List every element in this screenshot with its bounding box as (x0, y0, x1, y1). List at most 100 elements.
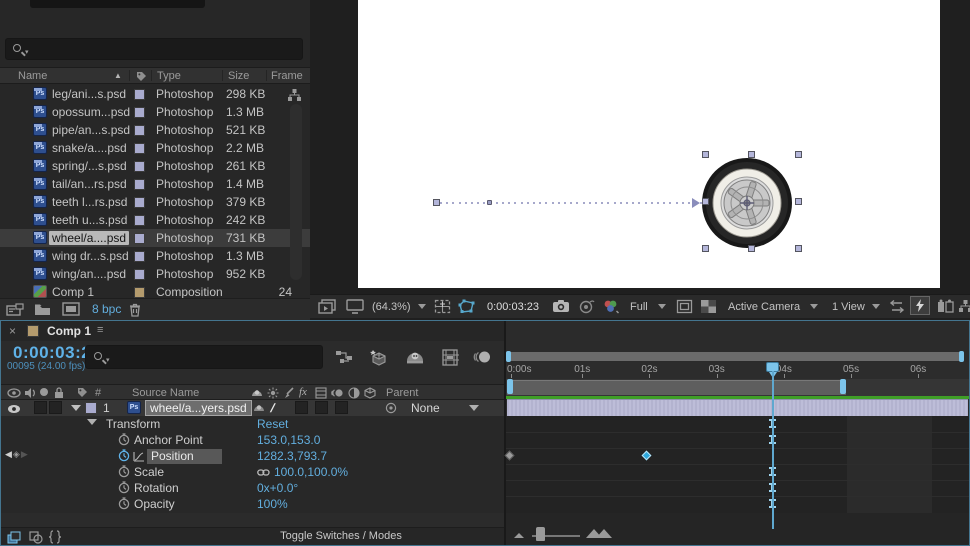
selection-handle[interactable] (748, 151, 755, 158)
playhead-line[interactable] (772, 371, 774, 529)
column-name[interactable]: Name (18, 70, 47, 82)
viewer-timecode[interactable]: 0:00:03:23 (487, 301, 539, 313)
label-color-swatch[interactable] (134, 269, 145, 280)
property-name[interactable]: Anchor Point (134, 433, 203, 447)
transparency-grid-icon[interactable] (700, 299, 717, 314)
resolution-value[interactable]: Full (630, 301, 648, 313)
label-color-swatch[interactable] (134, 215, 145, 226)
project-scrollbar[interactable] (290, 104, 302, 280)
expand-inout-icon[interactable] (49, 530, 61, 544)
timeline-tab-title[interactable]: Comp 1 (47, 324, 91, 338)
property-row-position[interactable]: Position◀◈▶1282.3,793.7 (1, 448, 505, 464)
toggle-switches-modes-button[interactable]: Toggle Switches / Modes (251, 530, 431, 542)
mini-flowchart-icon[interactable] (335, 349, 354, 365)
item-name[interactable]: wing/an....psd (52, 267, 126, 281)
project-row-footage[interactable]: Psleg/ani...s.psdPhotoshop298 KB (0, 85, 310, 103)
close-tab-icon[interactable]: × (9, 324, 16, 338)
property-row-scale[interactable]: Scale100.0,100.0% (1, 464, 505, 480)
motion-blur-icon[interactable] (473, 349, 492, 365)
label-color-swatch[interactable] (134, 251, 145, 262)
stopwatch-icon[interactable] (118, 497, 130, 510)
layer-quality-toggle[interactable]: / (269, 401, 277, 415)
project-column-header[interactable]: Name ▲ Type Size Frame (0, 67, 310, 84)
share-view-icon[interactable] (888, 299, 906, 314)
item-name[interactable]: snake/a....psd (52, 141, 127, 155)
stopwatch-icon[interactable] (118, 433, 130, 446)
show-snapshot-icon[interactable] (578, 299, 595, 314)
roi-button-icon[interactable] (676, 299, 693, 314)
new-composition-icon[interactable] (62, 302, 80, 316)
property-row-transform[interactable]: TransformReset (1, 416, 505, 432)
property-value[interactable]: 153.0,153.0 (257, 433, 320, 447)
selection-handle[interactable] (795, 151, 802, 158)
property-name[interactable]: Scale (134, 465, 164, 479)
snapshot-camera-icon[interactable] (552, 299, 570, 313)
panel-menu-icon[interactable]: ≡ (97, 324, 103, 336)
item-name[interactable]: spring/...s.psd (52, 159, 127, 173)
project-bit-depth[interactable]: 8 bpc (92, 302, 121, 316)
flowchart-icon[interactable] (287, 88, 302, 102)
property-row-rotation[interactable]: Rotation0x+0.0° (1, 480, 505, 496)
motion-blur-cell[interactable] (335, 401, 348, 414)
group-expand-arrow[interactable] (87, 419, 97, 425)
layer-shy-toggle[interactable] (253, 402, 265, 414)
parent-pickwhip-icon[interactable] (385, 402, 397, 414)
work-area-start-handle[interactable] (507, 379, 513, 394)
trash-icon[interactable] (128, 302, 142, 317)
label-color-swatch[interactable] (134, 197, 145, 208)
project-row-footage[interactable]: Psteeth l...rs.psdPhotoshop379 KB (0, 193, 310, 211)
show-channel-icon[interactable] (602, 299, 620, 314)
stopwatch-icon[interactable] (118, 481, 130, 494)
project-row-footage[interactable]: Psteeth u...s.psdPhotoshop242 KB (0, 211, 310, 229)
layer-source-name[interactable]: wheel/a...yers.psd (145, 400, 252, 416)
zoom-slider-thumb[interactable] (536, 527, 545, 541)
next-keyframe-arrow[interactable]: ▶ (21, 449, 29, 459)
property-name[interactable]: Opacity (134, 497, 175, 511)
solo-cell[interactable] (34, 401, 47, 414)
property-value[interactable]: 100% (257, 497, 288, 511)
timeline-zoom-control[interactable] (510, 527, 620, 543)
keyframe-area[interactable] (506, 416, 969, 513)
view-layout-caret-icon[interactable] (872, 304, 880, 309)
region-of-interest-icon[interactable] (458, 299, 476, 314)
timeline-button-icon[interactable] (937, 299, 954, 314)
project-row-footage[interactable]: Pswing/an....psdPhotoshop952 KB (0, 265, 310, 283)
expand-transfer-controls-icon[interactable] (29, 531, 43, 544)
new-folder-icon[interactable] (34, 303, 51, 316)
comp-label-swatch[interactable] (27, 325, 39, 337)
label-color-swatch[interactable] (134, 287, 145, 298)
main-viewer-icon[interactable] (346, 299, 364, 314)
project-row-footage[interactable]: Pstail/an...rs.psdPhotoshop1.4 MB (0, 175, 310, 193)
property-name[interactable]: Rotation (134, 481, 179, 495)
keyframe-navigator[interactable]: ◀◈▶ (5, 449, 29, 460)
column-frame[interactable]: Frame (271, 70, 303, 82)
position-keyframe[interactable] (642, 451, 652, 461)
interpret-footage-icon[interactable] (6, 303, 24, 317)
item-name[interactable]: teeth l...rs.psd (52, 195, 127, 209)
project-row-footage[interactable]: Pssnake/a....psdPhotoshop2.2 MB (0, 139, 310, 157)
label-color-swatch[interactable] (134, 143, 145, 154)
item-name[interactable]: teeth u...s.psd (52, 213, 127, 227)
lock-cell[interactable] (49, 401, 62, 414)
layer-row[interactable]: 1 Ps wheel/a...yers.psd / None (1, 400, 505, 416)
project-tab-fragment[interactable] (30, 0, 205, 8)
label-color-swatch[interactable] (134, 89, 145, 100)
navigator-end-handle[interactable] (959, 351, 964, 362)
always-preview-icon[interactable] (318, 299, 336, 314)
zoom-out-mountain-icon[interactable] (514, 533, 524, 538)
stopwatch-icon[interactable] (118, 449, 130, 462)
property-row-opacity[interactable]: Opacity 100% (1, 496, 505, 512)
zoom-in-mountain2-icon[interactable] (596, 529, 612, 538)
camera-view-caret-icon[interactable] (810, 304, 818, 309)
item-name[interactable]: leg/ani...s.psd (52, 87, 126, 101)
magnification-value[interactable]: (64.3%) (372, 301, 411, 313)
project-row-footage[interactable]: Psspring/...s.psdPhotoshop261 KB (0, 157, 310, 175)
item-name[interactable]: wheel/a....psd (49, 231, 129, 245)
work-area-bar[interactable] (507, 380, 846, 395)
item-name[interactable]: wing dr...s.psd (52, 249, 129, 263)
layer-visibility-eye-icon[interactable] (7, 404, 21, 414)
draft-3d-icon[interactable] (369, 349, 389, 366)
fx-cell[interactable] (295, 401, 308, 414)
time-ruler[interactable]: 0:00s01s02s03s04s05s06s (506, 362, 969, 379)
selection-handle[interactable] (702, 245, 709, 252)
